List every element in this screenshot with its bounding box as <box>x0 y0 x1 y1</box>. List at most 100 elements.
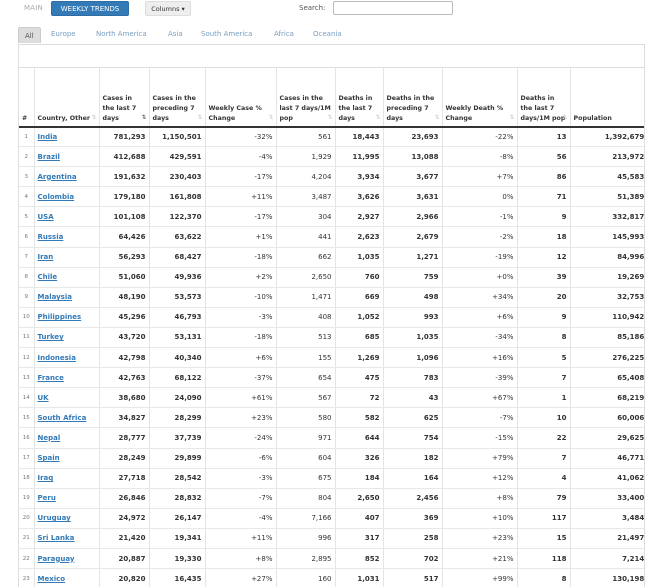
table-cell-weekly-case-change: -17% <box>205 206 277 228</box>
col-header-deaths-7-days[interactable]: Deaths in the last 7 days ⇅ <box>335 67 384 128</box>
table-cell-deaths-per-million: 5 <box>517 347 571 369</box>
search-input[interactable] <box>333 1 453 15</box>
table-cell-deaths-preceding: 369 <box>383 508 443 529</box>
col-header-weekly-death-change[interactable]: Weekly Death % Change ⇅ <box>442 67 518 128</box>
table-cell-deaths-preceding: 1,096 <box>383 347 443 369</box>
table-cell-deaths-preceding: 498 <box>383 287 443 308</box>
region-tab-asia[interactable]: Asia <box>168 30 183 38</box>
table-cell-country: Iran <box>34 247 100 268</box>
table-cell-deaths-per-million: 7 <box>517 367 571 389</box>
country-link[interactable]: South Africa <box>38 414 87 422</box>
table-cell-cases-7-days: 48,190 <box>99 287 150 308</box>
country-link[interactable]: Russia <box>38 233 64 241</box>
table-cell-cases-7-days: 34,827 <box>99 407 150 429</box>
table-cell-deaths-per-million: 4 <box>517 468 571 489</box>
table-cell-country: Turkey <box>34 327 100 349</box>
table-row: 2 Brazil 412,688 429,591 -4% 1,929 11,995 13,08… <box>19 146 644 168</box>
table-cell-cases-7-days: 64,426 <box>99 226 150 248</box>
country-link[interactable]: UK <box>38 394 49 402</box>
table-cell-deaths-preceding: 1,035 <box>383 327 443 349</box>
table-cell-population: 19,269,550 <box>570 267 644 288</box>
table-cell-cases-preceding: 26,147 <box>149 508 206 529</box>
country-link[interactable]: France <box>38 374 64 382</box>
table-row: 4 Colombia 179,180 161,808 +11% 3,487 3,626 3,6… <box>19 186 644 208</box>
table-cell-deaths-per-million: 20 <box>517 287 571 308</box>
table-cell-weekly-case-change: -3% <box>205 468 277 489</box>
table-cell-weekly-death-change: -7% <box>442 407 518 429</box>
col-header-cases-7-days[interactable]: Cases in the last 7 days ⇅ <box>99 67 150 128</box>
table-cell-deaths-preceding: 3,677 <box>383 166 443 188</box>
table-cell-weekly-case-change: -7% <box>205 488 277 509</box>
table-cell-deaths-preceding: 2,456 <box>383 488 443 509</box>
country-link[interactable]: Peru <box>38 494 56 502</box>
table-cell-rank: 5 <box>19 206 35 228</box>
table-cell-deaths-7-days: 1,031 <box>335 568 384 587</box>
country-link[interactable]: Brazil <box>38 153 60 161</box>
country-link[interactable]: Turkey <box>38 333 64 341</box>
table-cell-weekly-case-change: -24% <box>205 427 277 449</box>
table-row: 10 Philippines 45,296 46,793 -3% 408 1,052 993 +… <box>19 307 644 328</box>
country-link[interactable]: Indonesia <box>38 354 76 362</box>
region-tab-europe[interactable]: Europe <box>51 30 76 38</box>
table-cell-cases-per-million: 675 <box>276 468 336 489</box>
table-row: 9 Malaysia 48,190 53,573 -10% 1,471 669 498 +34%… <box>19 287 644 308</box>
table-cell-cases-per-million: 304 <box>276 206 336 228</box>
col-header-rank[interactable]: # <box>19 67 35 128</box>
tab-weekly-trends[interactable]: WEEKLY TRENDS <box>51 1 129 16</box>
region-tab-south-america[interactable]: South America <box>201 30 252 38</box>
country-link[interactable]: Argentina <box>38 173 77 181</box>
country-link[interactable]: Spain <box>38 454 60 462</box>
country-link[interactable]: Sri Lanka <box>38 534 75 542</box>
country-link[interactable]: Iran <box>38 253 54 261</box>
country-link[interactable]: Philippines <box>38 313 82 321</box>
table-cell-country: Paraguay <box>34 548 100 570</box>
country-link[interactable]: Nepal <box>38 434 61 442</box>
table-cell-deaths-preceding: 258 <box>383 528 443 549</box>
table-cell-cases-preceding: 19,330 <box>149 548 206 570</box>
table-cell-cases-7-days: 28,777 <box>99 427 150 449</box>
table-cell-population: 21,497,252 <box>570 528 644 549</box>
table-body: 1 India 781,293 1,150,501 -32% 561 18,443 23,69… <box>19 126 644 587</box>
col-header-cases-preceding[interactable]: Cases in the preceding 7 days ⇅ <box>149 67 206 128</box>
columns-dropdown-button[interactable]: Columns ▾ <box>145 1 191 16</box>
country-link[interactable]: USA <box>38 213 54 221</box>
region-tab-all[interactable]: All <box>18 27 41 43</box>
country-link[interactable]: Malaysia <box>38 293 72 301</box>
table-cell-country: France <box>34 367 100 389</box>
tab-main[interactable]: MAIN <box>24 4 43 12</box>
col-header-cases-per-million[interactable]: Cases in the last 7 days/1M pop ⇅ <box>276 67 336 128</box>
table-cell-rank: 8 <box>19 267 35 288</box>
table-cell-cases-7-days: 20,820 <box>99 568 150 587</box>
col-header-weekly-case-change[interactable]: Weekly Case % Change ⇅ <box>205 67 277 128</box>
table-cell-weekly-case-change: -3% <box>205 307 277 328</box>
table-cell-weekly-death-change: +6% <box>442 307 518 328</box>
table-cell-deaths-7-days: 11,995 <box>335 146 384 168</box>
table-cell-cases-preceding: 122,370 <box>149 206 206 228</box>
table-cell-deaths-preceding: 2,966 <box>383 206 443 228</box>
col-header-population[interactable]: Population⇅ <box>570 67 644 128</box>
table-cell-cases-per-million: 561 <box>276 126 336 148</box>
region-tab-africa[interactable]: Africa <box>274 30 294 38</box>
country-link[interactable]: Colombia <box>38 193 75 201</box>
table-cell-weekly-death-change: -8% <box>442 146 518 168</box>
table-cell-cases-per-million: 513 <box>276 327 336 349</box>
table-cell-cases-per-million: 3,487 <box>276 186 336 208</box>
region-tab-oceania[interactable]: Oceania <box>313 30 342 38</box>
country-link[interactable]: Mexico <box>38 575 66 583</box>
col-header-country[interactable]: Country, Other ⇅ <box>34 67 100 128</box>
country-link[interactable]: Iraq <box>38 474 54 482</box>
country-link[interactable]: India <box>38 133 58 141</box>
table-cell-rank: 20 <box>19 508 35 529</box>
country-link[interactable]: Paraguay <box>38 555 75 563</box>
table-cell-cases-7-days: 27,718 <box>99 468 150 489</box>
table-cell-rank: 21 <box>19 528 35 549</box>
table-cell-deaths-per-million: 10 <box>517 407 571 429</box>
table-cell-weekly-case-change: +1% <box>205 226 277 248</box>
country-link[interactable]: Chile <box>38 273 58 281</box>
country-link[interactable]: Uruguay <box>38 514 71 522</box>
region-tab-north-america[interactable]: North America <box>96 30 147 38</box>
col-header-deaths-per-million[interactable]: Deaths in the last 7 days/1M pop ⇅ <box>517 67 571 128</box>
col-header-deaths-preceding[interactable]: Deaths in the preceding 7 days ⇅ <box>383 67 443 128</box>
table-cell-population: 145,993,063 <box>570 226 644 248</box>
table-cell-population: 68,219,567 <box>570 387 644 409</box>
